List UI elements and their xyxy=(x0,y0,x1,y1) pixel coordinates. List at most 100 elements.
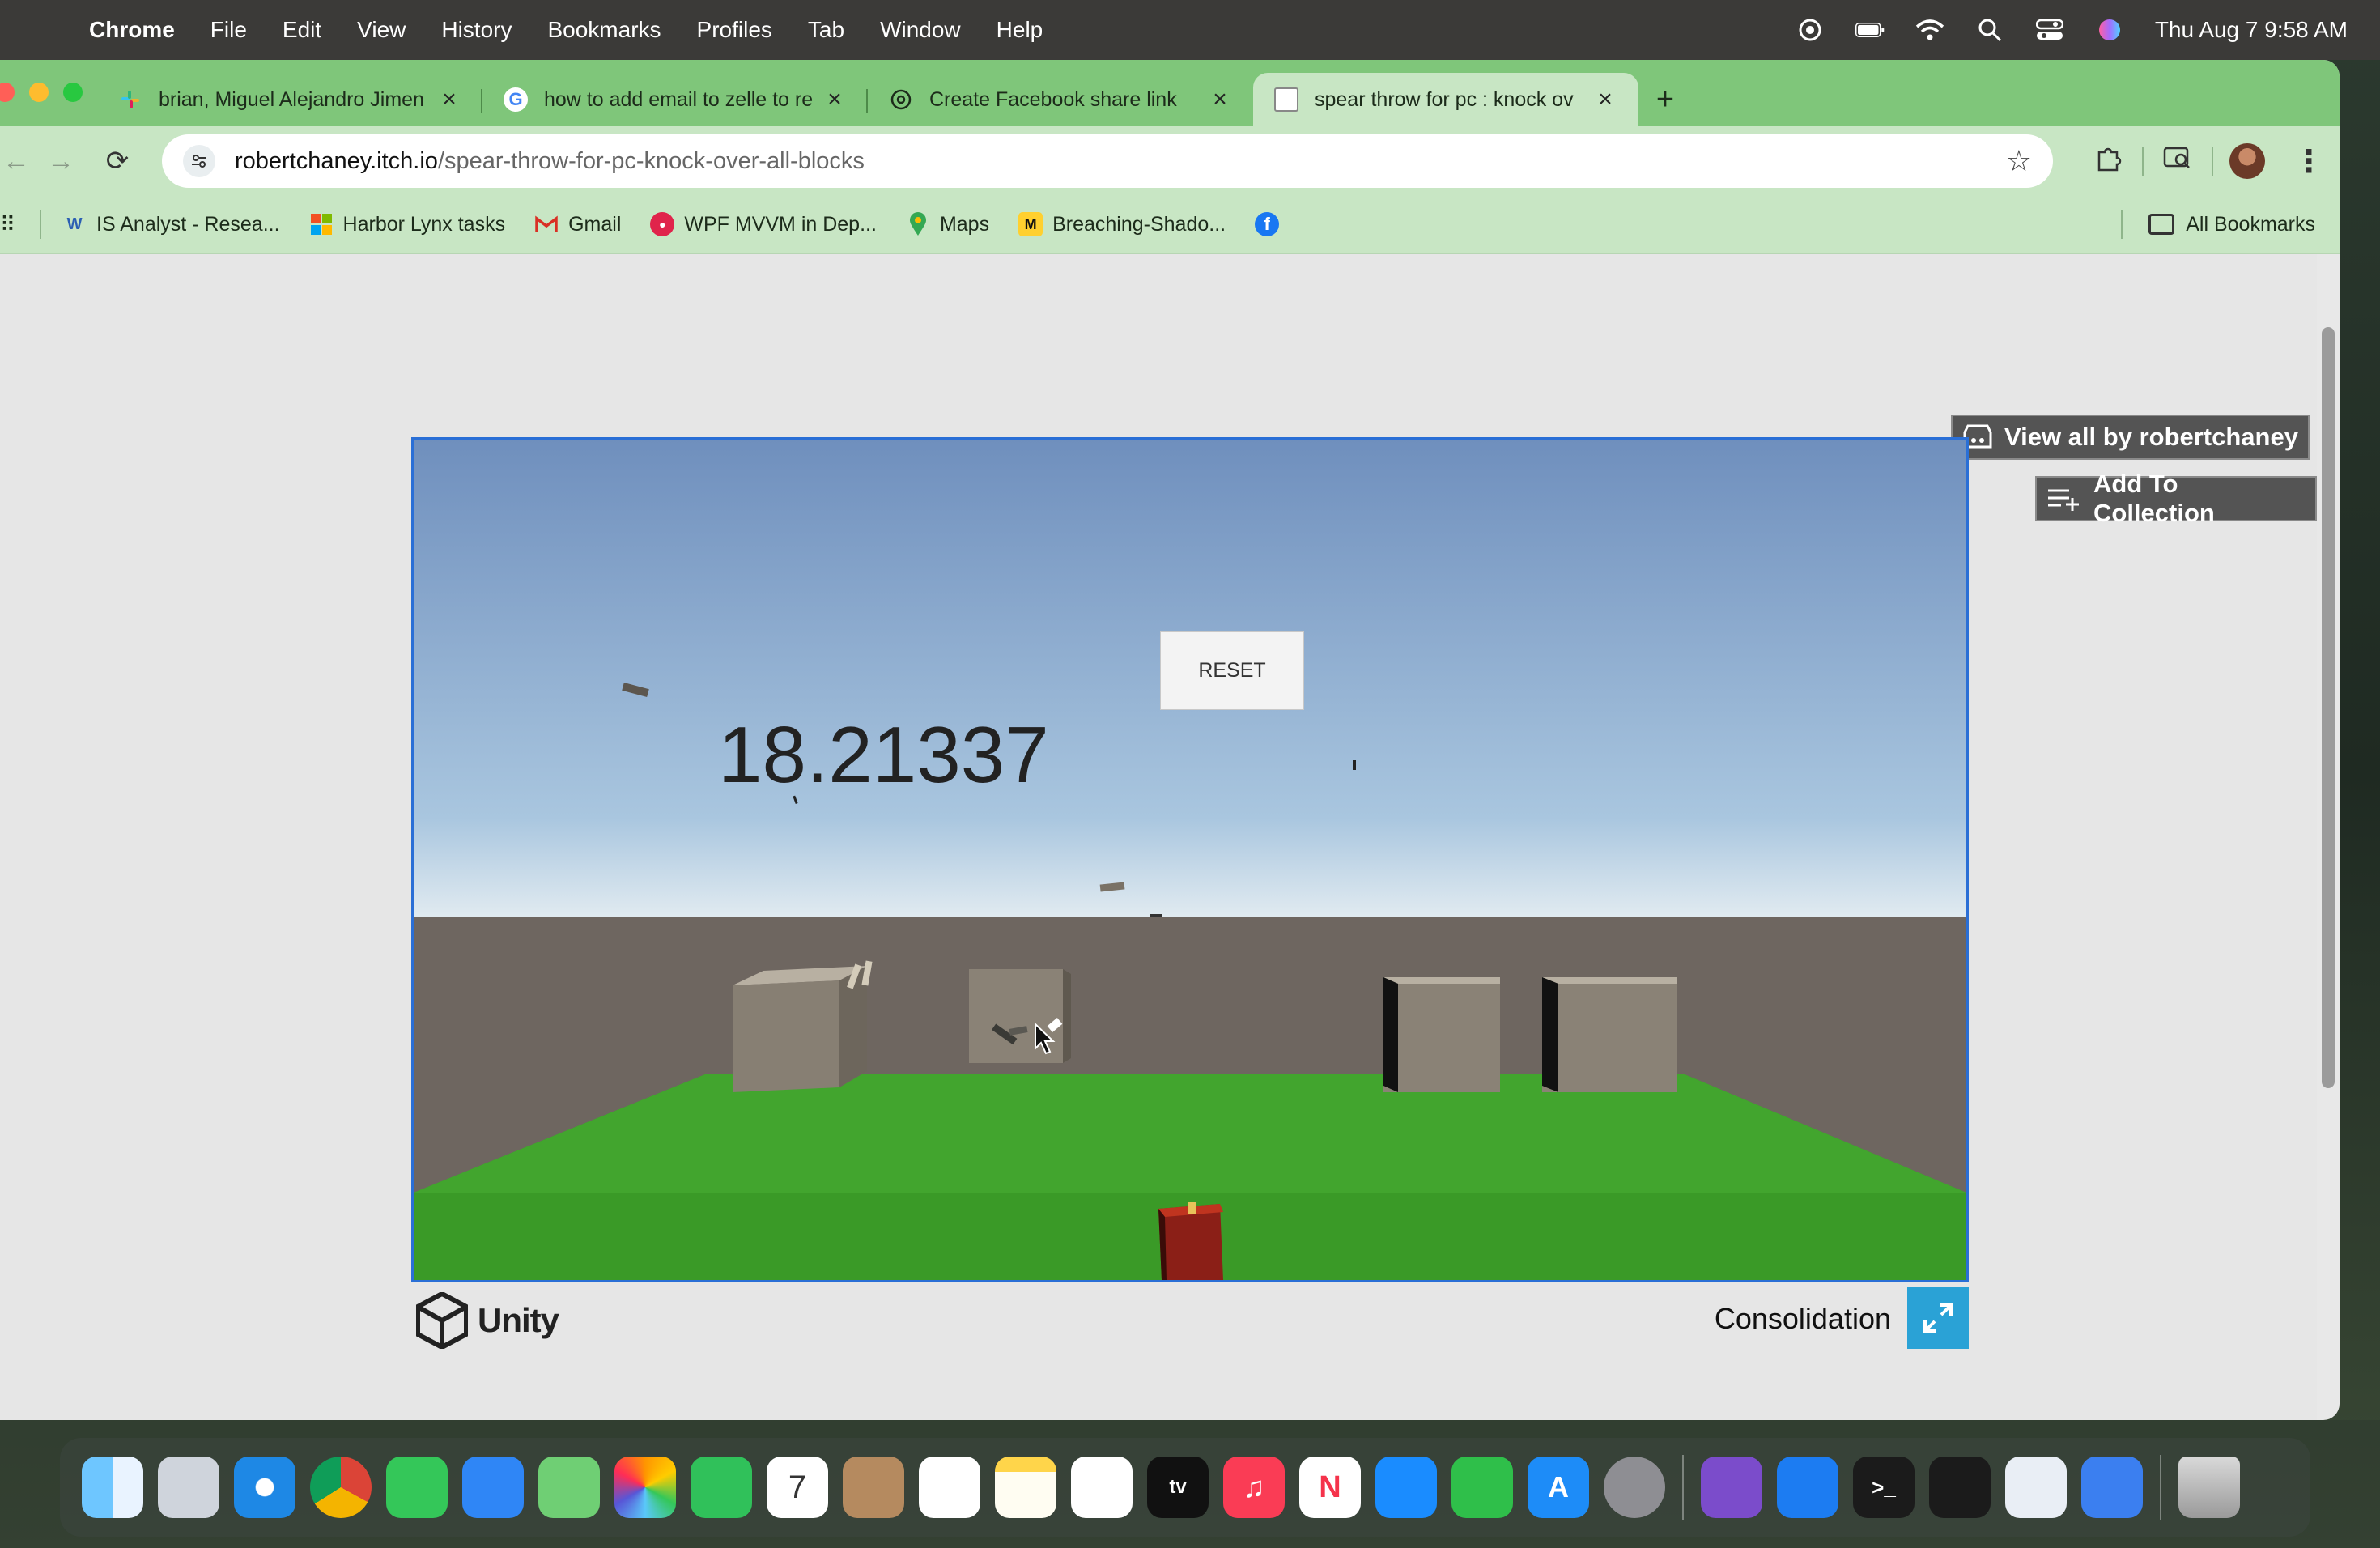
minimize-window-icon[interactable] xyxy=(29,83,49,102)
apps-grid-icon[interactable]: ⠿ xyxy=(0,212,15,237)
launchpad-icon[interactable] xyxy=(158,1457,219,1518)
block-3 xyxy=(1383,977,1500,1092)
tab-itch-game[interactable]: spear throw for pc : knock ov × xyxy=(1253,73,1638,126)
chrome-window: brian, Miguel Alejandro Jimen × G how to… xyxy=(0,60,2340,1420)
bookmark-harbor-lynx[interactable]: Harbor Lynx tasks xyxy=(309,212,505,236)
bookmarks-bar: ⠿ W IS Analyst - Resea... Harbor Lynx ta… xyxy=(0,196,2340,254)
messages-icon[interactable] xyxy=(386,1457,448,1518)
all-bookmarks-folder[interactable]: All Bookmarks xyxy=(2148,213,2315,236)
playlist-add-icon xyxy=(2046,487,2082,511)
music-icon[interactable]: ♫ xyxy=(1223,1457,1285,1518)
forward-arrow-icon[interactable]: → xyxy=(32,146,89,177)
tab-chatgpt[interactable]: Create Facebook share link × xyxy=(868,73,1253,126)
trash-icon[interactable] xyxy=(2178,1457,2240,1518)
block-1 xyxy=(733,966,867,1092)
tab-slack[interactable]: brian, Miguel Alejandro Jimen × xyxy=(97,73,482,126)
back-arrow-icon[interactable]: ← xyxy=(0,146,32,177)
close-tab-icon[interactable]: × xyxy=(822,86,847,113)
game-scene[interactable] xyxy=(414,440,1966,1280)
game-product-name: Consolidation xyxy=(1714,1302,1891,1335)
itch-game-page: View all by robertchaney Add To Collecti… xyxy=(0,254,2317,1420)
reset-button[interactable]: RESET xyxy=(1160,631,1304,710)
zoom-window-icon[interactable] xyxy=(63,83,83,102)
news-icon[interactable]: N xyxy=(1299,1457,1361,1518)
battery-icon[interactable] xyxy=(1855,18,1885,42)
chrome-menu-icon[interactable]: ⋮ xyxy=(2278,143,2340,180)
menu-window[interactable]: Window xyxy=(880,17,961,43)
keynote-icon[interactable] xyxy=(1375,1457,1437,1518)
bookmark-facebook[interactable]: f xyxy=(1255,212,1289,236)
unity-wordmark: Unity xyxy=(478,1301,559,1339)
control-center-icon[interactable] xyxy=(2035,18,2064,42)
bookmark-is-analyst[interactable]: W IS Analyst - Resea... xyxy=(62,212,280,236)
apple-tv-icon[interactable]: tv xyxy=(1147,1457,1209,1518)
photos-icon[interactable] xyxy=(614,1457,676,1518)
slack-icon xyxy=(118,87,142,112)
wifi-icon[interactable] xyxy=(1915,18,1944,42)
close-window-icon[interactable] xyxy=(0,83,15,102)
terminal-icon[interactable]: >_ xyxy=(1853,1457,1915,1518)
menubar-clock[interactable]: Thu Aug 7 9:58 AM xyxy=(2155,17,2348,43)
bookmark-star-icon[interactable]: ☆ xyxy=(2006,144,2032,178)
menu-help[interactable]: Help xyxy=(997,17,1043,43)
tab-google[interactable]: G how to add email to zelle to re × xyxy=(482,73,868,126)
menu-file[interactable]: File xyxy=(210,17,247,43)
xcode-icon[interactable] xyxy=(1777,1457,1838,1518)
profile-avatar[interactable] xyxy=(2229,143,2265,179)
site-settings-icon[interactable] xyxy=(183,145,215,177)
system-settings-icon[interactable] xyxy=(1604,1457,1665,1518)
mail-icon[interactable] xyxy=(462,1457,524,1518)
fullscreen-button[interactable] xyxy=(1907,1287,1969,1349)
safari-icon[interactable] xyxy=(234,1457,295,1518)
add-to-collection-button[interactable]: Add To Collection xyxy=(2035,470,2317,527)
maps-icon[interactable] xyxy=(538,1457,600,1518)
w-icon: W xyxy=(66,215,83,233)
close-tab-icon[interactable]: × xyxy=(1208,86,1232,113)
menu-bookmarks[interactable]: Bookmarks xyxy=(547,17,661,43)
screen-record-icon[interactable] xyxy=(1796,18,1825,42)
bookmark-maps[interactable]: Maps xyxy=(906,212,989,236)
bookmark-wpf-mvvm[interactable]: ● WPF MVVM in Dep... xyxy=(650,212,877,236)
close-tab-icon[interactable]: × xyxy=(1593,86,1617,113)
siri-icon[interactable] xyxy=(2095,18,2124,42)
bookmark-gmail[interactable]: Gmail xyxy=(534,212,621,236)
facetime-icon[interactable] xyxy=(691,1457,752,1518)
url-path: /spear-throw-for-pc-knock-over-all-block… xyxy=(437,147,865,174)
freeform-icon[interactable] xyxy=(1071,1457,1133,1518)
tab-title: spear throw for pc : knock ov xyxy=(1315,87,1574,111)
reload-icon[interactable]: ⟳ xyxy=(89,145,146,177)
facebook-icon: f xyxy=(1255,212,1280,236)
extensions-puzzle-icon[interactable] xyxy=(2077,144,2139,178)
macos-menu-bar: Chrome File Edit View History Bookmarks … xyxy=(0,0,2380,60)
numbers-icon[interactable] xyxy=(1451,1457,1513,1518)
tab-search-icon[interactable] xyxy=(2147,145,2208,177)
unity-game-canvas[interactable]: RESET 18.21337 xyxy=(411,437,1969,1282)
tab-title: how to add email to zelle to re xyxy=(544,87,814,111)
activity-monitor-icon[interactable] xyxy=(1929,1457,1991,1518)
calendar-icon[interactable]: 7 xyxy=(767,1457,828,1518)
close-tab-icon[interactable]: × xyxy=(437,86,461,113)
menu-edit[interactable]: Edit xyxy=(283,17,321,43)
new-tab-button[interactable]: + xyxy=(1638,73,1692,126)
menu-profiles[interactable]: Profiles xyxy=(697,17,772,43)
keychain-icon[interactable] xyxy=(2005,1457,2067,1518)
chatgpt-icon xyxy=(889,87,913,112)
spotlight-search-icon[interactable] xyxy=(1975,18,2004,42)
menu-view[interactable]: View xyxy=(357,17,406,43)
menu-history[interactable]: History xyxy=(441,17,512,43)
microsoft-icon xyxy=(309,212,334,236)
github-desktop-icon[interactable] xyxy=(1701,1457,1762,1518)
contacts-icon[interactable] xyxy=(843,1457,904,1518)
developer-tool-icon[interactable] xyxy=(2081,1457,2143,1518)
menu-tab[interactable]: Tab xyxy=(808,17,844,43)
vertical-scrollbar[interactable] xyxy=(2322,327,2335,1088)
address-bar[interactable]: robertchaney.itch.io/spear-throw-for-pc-… xyxy=(162,134,2053,188)
chrome-icon[interactable] xyxy=(310,1457,372,1518)
bookmark-breaching[interactable]: M Breaching-Shado... xyxy=(1018,212,1226,236)
app-store-icon[interactable]: A xyxy=(1528,1457,1589,1518)
notes-icon[interactable] xyxy=(995,1457,1056,1518)
view-all-by-author-button[interactable]: View all by robertchaney xyxy=(1951,415,2310,460)
finder-icon[interactable] xyxy=(82,1457,143,1518)
menu-app-name[interactable]: Chrome xyxy=(89,17,175,43)
reminders-icon[interactable] xyxy=(919,1457,980,1518)
